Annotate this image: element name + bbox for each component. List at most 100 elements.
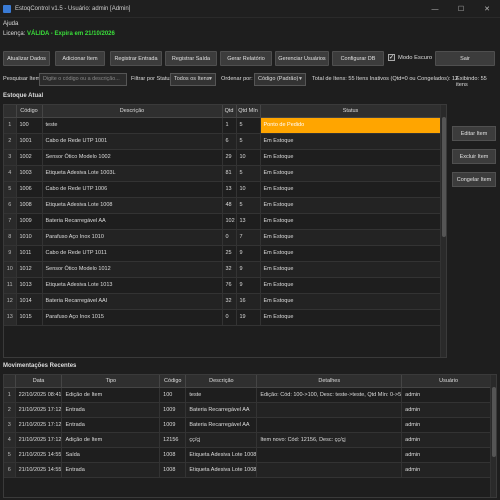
row-number: 1 <box>4 117 17 134</box>
register-exit-button[interactable]: Registrar Saída <box>165 51 217 66</box>
table-row[interactable]: 4 21/10/2025 17:12 Adição de Item 12156 çç/ç… <box>4 432 496 448</box>
row-number: 1 <box>4 387 16 403</box>
table-cell: 25 <box>222 245 237 262</box>
maximize-icon[interactable]: ☐ <box>448 0 474 18</box>
table-cell: Etiqueta Adesiva Lote 1003L <box>42 165 223 182</box>
stock-vertical-scrollbar[interactable] <box>440 105 446 357</box>
table-cell: 32 <box>222 261 237 278</box>
table-cell: 1 <box>222 117 237 134</box>
table-cell: Entrada <box>61 417 161 433</box>
table-cell: 7 <box>236 229 261 246</box>
table-cell: 21/10/2025 17:12 <box>15 432 63 448</box>
table-row[interactable]: 5 21/10/2025 14:55 Saída 1008 Etiqueta Adesi… <box>4 447 496 463</box>
table-cell: 1009 <box>159 417 187 433</box>
table-cell: Sensor Ótico Modelo 1012 <box>42 261 223 278</box>
movements-vertical-scrollbar[interactable] <box>490 375 496 497</box>
close-icon[interactable]: ✕ <box>474 0 500 18</box>
generate-report-button[interactable]: Gerar Relatório <box>220 51 272 66</box>
table-cell: Saída <box>61 447 161 463</box>
table-cell: Etiqueta Adesiva Lote 1008 <box>185 447 258 463</box>
edit-item-button[interactable]: Editar Item <box>452 126 496 141</box>
column-header[interactable]: Status <box>260 105 442 118</box>
minimize-icon[interactable]: — <box>422 0 448 18</box>
column-header[interactable]: Tipo <box>61 375 161 388</box>
dark-mode-toggle[interactable]: ✓ Modo Escuro <box>388 54 432 61</box>
table-row[interactable]: 1 100 teste 1 5 Ponto de Pedido <box>4 117 442 134</box>
table-cell: Parafuso Aço Inox 1015 <box>42 309 223 326</box>
row-number: 2 <box>4 133 17 150</box>
freeze-item-button[interactable]: Congelar Item <box>452 172 496 187</box>
row-number: 5 <box>4 181 17 198</box>
search-input[interactable]: Digite o código ou a descrição... <box>39 73 127 86</box>
order-select[interactable]: Código (Padrão) ▼ <box>254 73 306 86</box>
row-number: 6 <box>4 197 17 214</box>
table-cell: 22/10/2025 08:41 <box>15 387 63 403</box>
table-row[interactable]: 2 21/10/2025 17:12 Entrada 1009 Bateria Reca… <box>4 402 496 418</box>
table-row[interactable]: 11 1013 Etiqueta Adesiva Lote 1013 76 9 Em Es… <box>4 277 442 294</box>
column-header[interactable]: Usuário <box>401 375 496 388</box>
table-row[interactable]: 5 1006 Cabo de Rede UTP 1006 13 10 Em Estoque <box>4 181 442 198</box>
checkbox-checked-icon[interactable]: ✓ <box>388 54 395 61</box>
table-cell: 100 <box>16 117 43 134</box>
exit-button[interactable]: Sair <box>435 51 495 66</box>
table-row[interactable]: 4 1003 Etiqueta Adesiva Lote 1003L 81 5 Em Es… <box>4 165 442 182</box>
app-icon <box>3 4 11 13</box>
table-cell: 21/10/2025 17:12 <box>15 402 63 418</box>
column-header[interactable]: Descrição <box>42 105 223 118</box>
filter-bar: Pesquisar Item: Digite o código ou a des… <box>0 73 500 88</box>
column-header[interactable]: Qtd Mín <box>236 105 261 118</box>
table-cell: 21/10/2025 14:55 <box>15 462 63 478</box>
scrollbar-thumb[interactable] <box>442 117 446 237</box>
table-cell: 9 <box>236 277 261 294</box>
table-row[interactable]: 6 1008 Etiqueta Adesiva Lote 1008 48 5 Em Est… <box>4 197 442 214</box>
column-header[interactable]: Código <box>16 105 43 118</box>
table-cell: Em Estoque <box>260 293 442 310</box>
table-row[interactable]: 8 1010 Parafuso Aço Inox 1010 0 7 Em Estoque <box>4 229 442 246</box>
table-row[interactable]: 3 21/10/2025 17:12 Entrada 1009 Bateria Reca… <box>4 417 496 433</box>
table-row[interactable]: 2 1001 Cabo de Rede UTP 1001 6 5 Em Estoque <box>4 133 442 150</box>
row-number: 2 <box>4 402 16 418</box>
configure-db-button[interactable]: Configurar DB <box>332 51 384 66</box>
column-header[interactable]: Código <box>159 375 187 388</box>
toolbar: Atualizar Dados Adicionar Item Registrar… <box>0 51 500 67</box>
table-cell: 1002 <box>16 149 43 166</box>
window-title: EstoqControl v1.5 - Usuário: admin [Admi… <box>15 5 131 12</box>
scrollbar-thumb[interactable] <box>492 387 496 457</box>
search-label: Pesquisar Item: <box>3 76 42 82</box>
table-row[interactable]: 1 22/10/2025 08:41 Edição de Item 100 teste E… <box>4 387 496 403</box>
table-row[interactable]: 7 1009 Bateria Recarregável AA 102 13 Em Esto… <box>4 213 442 230</box>
table-cell: admin <box>401 417 496 433</box>
table-cell: Em Estoque <box>260 213 442 230</box>
table-cell: Item novo: Cód: 12156, Desc: çç/çj <box>256 432 403 448</box>
table-row[interactable]: 9 1011 Cabo de Rede UTP 1011 25 9 Em Estoque <box>4 245 442 262</box>
table-cell: Etiqueta Adesiva Lote 1008 <box>185 462 258 478</box>
table-row[interactable]: 10 1012 Sensor Ótico Modelo 1012 32 9 Em Esto… <box>4 261 442 278</box>
table-cell: admin <box>401 402 496 418</box>
refresh-button[interactable]: Atualizar Dados <box>3 51 50 66</box>
table-cell: Entrada <box>61 402 161 418</box>
manage-users-button[interactable]: Gerenciar Usuários <box>275 51 329 66</box>
table-cell: Edição de Item <box>61 387 161 403</box>
column-header[interactable]: Descrição <box>185 375 258 388</box>
delete-item-button[interactable]: Excluir Item <box>452 149 496 164</box>
column-header[interactable]: Qtd <box>222 105 237 118</box>
column-header[interactable]: Data <box>15 375 63 388</box>
table-cell: 1010 <box>16 229 43 246</box>
license-status: Licença: VÁLIDA - Expira em 21/10/2026 <box>3 31 115 37</box>
table-row[interactable]: 3 1002 Sensor Ótico Modelo 1002 29 10 Em Esto… <box>4 149 442 166</box>
title-bar: EstoqControl v1.5 - Usuário: admin [Admi… <box>0 0 500 18</box>
row-number: 4 <box>4 165 17 182</box>
table-cell: Em Estoque <box>260 181 442 198</box>
register-entry-button[interactable]: Registrar Entrada <box>110 51 162 66</box>
table-row[interactable]: 13 1015 Parafuso Aço Inox 1015 0 19 Em Estoqu… <box>4 309 442 326</box>
table-cell: admin <box>401 432 496 448</box>
table-cell: 0 <box>222 309 237 326</box>
add-item-button[interactable]: Adicionar Item <box>55 51 105 66</box>
table-row[interactable]: 12 1014 Bateria Recarregável AAI 32 16 Em Est… <box>4 293 442 310</box>
menu-help[interactable]: Ajuda <box>3 21 18 27</box>
table-row[interactable]: 6 21/10/2025 14:55 Entrada 1008 Etiqueta Ade… <box>4 462 496 478</box>
menu-bar: Ajuda <box>0 20 500 30</box>
column-header[interactable]: Detalhes <box>256 375 403 388</box>
status-filter-select[interactable]: Todos os Itens ▼ <box>170 73 216 86</box>
table-cell <box>256 417 403 433</box>
